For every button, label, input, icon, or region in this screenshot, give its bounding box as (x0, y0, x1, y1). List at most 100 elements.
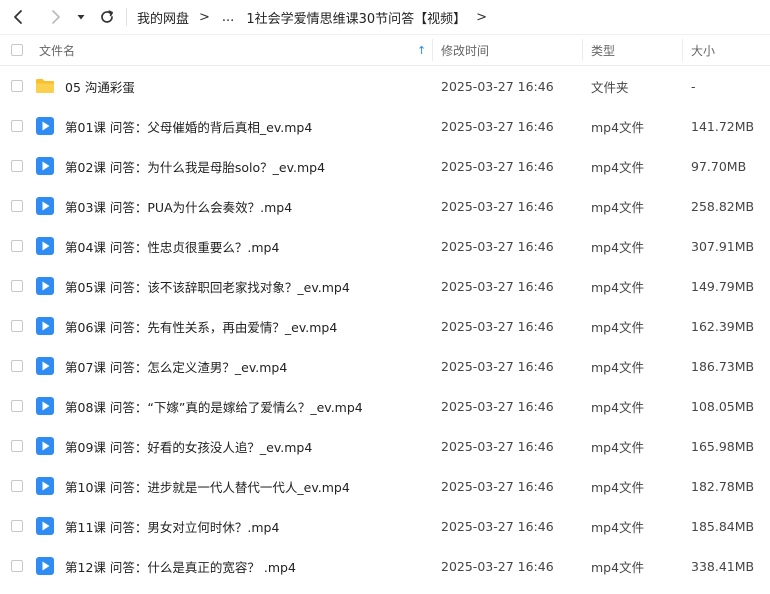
folder-icon (35, 76, 55, 96)
breadcrumb-ellipsis[interactable]: ... (222, 10, 234, 25)
file-type: mp4文件 (591, 439, 645, 455)
file-size: 108.05MB (691, 398, 755, 414)
video-file-icon (35, 556, 55, 576)
file-row[interactable]: 第07课 问答：怎么定义渣男？_ev.mp4 2025-03-27 16:46 mp… (0, 346, 770, 386)
file-type: mp4文件 (591, 279, 645, 295)
file-size: 162.39MB (691, 318, 755, 334)
file-row[interactable]: 第01课 问答：父母催婚的背后真相_ev.mp4 2025-03-27 16:46… (0, 106, 770, 146)
file-row[interactable]: 第10课 问答：进步就是一代人替代一代人_ev.mp4 2025-03-27 16… (0, 466, 770, 506)
select-all-checkbox[interactable] (11, 44, 23, 56)
file-list: 05 沟通彩蛋 2025-03-27 16:46 文件夹 - 第01课 问答：父母催婚的… (0, 66, 770, 586)
file-type: 文件夹 (591, 79, 629, 95)
file-name[interactable]: 第09课 问答：好看的女孩没人追？_ev.mp4 (65, 437, 312, 456)
file-size: 182.78MB (691, 478, 755, 494)
video-file-icon (35, 196, 55, 216)
breadcrumb-root[interactable]: 我的网盘 (137, 8, 189, 27)
row-checkbox[interactable] (11, 400, 23, 412)
row-checkbox[interactable] (11, 480, 23, 492)
row-checkbox[interactable] (11, 80, 23, 92)
file-size: 97.70MB (691, 158, 747, 174)
video-file-icon (35, 276, 55, 296)
file-name[interactable]: 第10课 问答：进步就是一代人替代一代人_ev.mp4 (65, 477, 350, 496)
file-modified-time: 2025-03-27 16:46 (441, 118, 554, 134)
row-checkbox[interactable] (11, 240, 23, 252)
file-row[interactable]: 第11课 问答：男女对立何时休？.mp4 2025-03-27 16:46 mp4文… (0, 506, 770, 546)
row-checkbox[interactable] (11, 200, 23, 212)
column-divider[interactable] (582, 39, 583, 61)
column-header-type[interactable]: 类型 (591, 42, 615, 59)
file-modified-time: 2025-03-27 16:46 (441, 318, 554, 334)
file-size: 258.82MB (691, 198, 755, 214)
back-button[interactable] (8, 6, 30, 28)
file-modified-time: 2025-03-27 16:46 (441, 278, 554, 294)
chevron-left-icon (14, 10, 22, 24)
file-row[interactable]: 第08课 问答：“下嫁”真的是嫁给了爱情么？_ev.mp4 2025-03-27 … (0, 386, 770, 426)
file-type: mp4文件 (591, 399, 645, 415)
breadcrumb-end-chevron-icon[interactable]: > (476, 10, 487, 25)
file-modified-time: 2025-03-27 16:46 (441, 518, 554, 534)
file-modified-time: 2025-03-27 16:46 (441, 158, 554, 174)
row-checkbox[interactable] (11, 360, 23, 372)
file-modified-time: 2025-03-27 16:46 (441, 198, 554, 214)
row-checkbox[interactable] (11, 440, 23, 452)
file-type: mp4文件 (591, 559, 645, 575)
file-name[interactable]: 第06课 问答：先有性关系，再由爱情？_ev.mp4 (65, 317, 337, 336)
file-row[interactable]: 第06课 问答：先有性关系，再由爱情？_ev.mp4 2025-03-27 16:… (0, 306, 770, 346)
file-row[interactable]: 第09课 问答：好看的女孩没人追？_ev.mp4 2025-03-27 16:46… (0, 426, 770, 466)
row-checkbox[interactable] (11, 520, 23, 532)
chevron-right-icon (52, 10, 60, 24)
row-checkbox[interactable] (11, 160, 23, 172)
file-size: 141.72MB (691, 118, 755, 134)
file-name[interactable]: 第07课 问答：怎么定义渣男？_ev.mp4 (65, 357, 287, 376)
file-size: 165.98MB (691, 438, 755, 454)
row-checkbox[interactable] (11, 560, 23, 572)
file-name[interactable]: 05 沟通彩蛋 (65, 77, 135, 96)
sort-ascending-icon[interactable]: ↑ (417, 44, 426, 57)
file-name[interactable]: 第08课 问答：“下嫁”真的是嫁给了爱情么？_ev.mp4 (65, 397, 363, 416)
refresh-button[interactable] (96, 6, 118, 28)
file-name[interactable]: 第11课 问答：男女对立何时休？.mp4 (65, 517, 279, 536)
history-dropdown-button[interactable] (70, 6, 92, 28)
video-file-icon (35, 516, 55, 536)
breadcrumb-current-folder[interactable]: 1社会学爱情思维课30节问答【视频】 (246, 8, 466, 27)
file-name[interactable]: 第01课 问答：父母催婚的背后真相_ev.mp4 (65, 117, 312, 136)
file-modified-time: 2025-03-27 16:46 (441, 78, 554, 94)
file-row[interactable]: 05 沟通彩蛋 2025-03-27 16:46 文件夹 - (0, 66, 770, 106)
file-name[interactable]: 第12课 问答：什么是真正的宽容？ .mp4 (65, 557, 296, 576)
file-name[interactable]: 第03课 问答：PUA为什么会奏效？.mp4 (65, 197, 292, 216)
video-file-icon (35, 476, 55, 496)
video-file-icon (35, 236, 55, 256)
file-modified-time: 2025-03-27 16:46 (441, 438, 554, 454)
file-type: mp4文件 (591, 239, 645, 255)
file-type: mp4文件 (591, 119, 645, 135)
breadcrumb: 我的网盘 > ... 1社会学爱情思维课30节问答【视频】 > (137, 8, 497, 27)
file-row[interactable]: 第12课 问答：什么是真正的宽容？ .mp4 2025-03-27 16:46 mp… (0, 546, 770, 586)
column-header-name[interactable]: 文件名 (39, 42, 75, 59)
column-divider[interactable] (682, 39, 683, 61)
file-list-header: 文件名 ↑ 修改时间 类型 大小 (0, 35, 770, 66)
column-divider[interactable] (432, 39, 433, 61)
navigation-bar: 我的网盘 > ... 1社会学爱情思维课30节问答【视频】 > (0, 0, 770, 35)
file-row[interactable]: 第04课 问答：性忠贞很重要么？.mp4 2025-03-27 16:46 mp4文… (0, 226, 770, 266)
video-file-icon (35, 116, 55, 136)
file-row[interactable]: 第05课 问答：该不该辞职回老家找对象？_ev.mp4 2025-03-27 16… (0, 266, 770, 306)
video-file-icon (35, 436, 55, 456)
row-checkbox[interactable] (11, 120, 23, 132)
column-header-modified[interactable]: 修改时间 (441, 42, 489, 59)
file-name[interactable]: 第02课 问答：为什么我是母胎solo？_ev.mp4 (65, 157, 325, 176)
file-size: 338.41MB (691, 558, 755, 574)
file-modified-time: 2025-03-27 16:46 (441, 358, 554, 374)
column-header-size[interactable]: 大小 (691, 42, 715, 59)
forward-button[interactable] (44, 6, 66, 28)
file-row[interactable]: 第02课 问答：为什么我是母胎solo？_ev.mp4 2025-03-27 16… (0, 146, 770, 186)
row-checkbox[interactable] (11, 320, 23, 332)
file-name[interactable]: 第05课 问答：该不该辞职回老家找对象？_ev.mp4 (65, 277, 350, 296)
video-file-icon (35, 156, 55, 176)
file-name[interactable]: 第04课 问答：性忠贞很重要么？.mp4 (65, 237, 279, 256)
row-checkbox[interactable] (11, 280, 23, 292)
file-type: mp4文件 (591, 319, 645, 335)
file-type: mp4文件 (591, 479, 645, 495)
file-size: 149.79MB (691, 278, 755, 294)
file-modified-time: 2025-03-27 16:46 (441, 238, 554, 254)
file-row[interactable]: 第03课 问答：PUA为什么会奏效？.mp4 2025-03-27 16:46 mp… (0, 186, 770, 226)
